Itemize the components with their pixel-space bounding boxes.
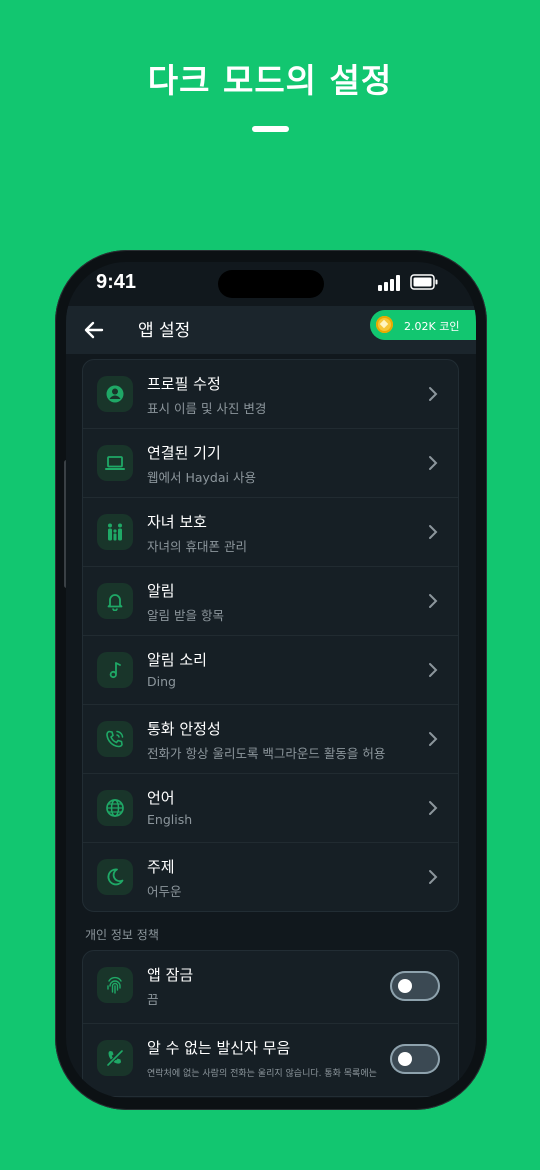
phone-screen: 9:41 앱 설정 2.02K 코인 프로필 수정 표시 이름 및 사진 변경 … [66, 262, 476, 1098]
status-time: 9:41 [96, 271, 137, 293]
page-title: 앱 설정 [138, 321, 191, 341]
settings-item-title: 통화 안정성 [147, 720, 221, 738]
status-bar: 9:41 [66, 262, 476, 306]
chevron-right-icon [429, 732, 438, 746]
settings-item-subtitle: 알림 받을 항목 [147, 608, 224, 623]
settings-item-theme[interactable]: 주제 어두운 [83, 843, 458, 911]
settings-item-subtitle: 자녀의 휴대폰 관리 [147, 539, 247, 554]
settings-item-title: 언어 [147, 789, 175, 807]
settings-item-subtitle: 웹에서 Haydai 사용 [147, 470, 256, 485]
settings-item-title: 자녀 보호 [147, 513, 207, 531]
privacy-item-silence-unknown[interactable]: 알 수 없는 발신자 무음 연락처에 없는 사람의 전화는 울리지 않습니다. … [83, 1024, 458, 1096]
chevron-right-icon [429, 525, 438, 539]
coin-balance-label: 2.02K 코인 [404, 320, 460, 333]
settings-item-subtitle: English [147, 812, 193, 827]
chevron-right-icon [429, 663, 438, 677]
phone-call-icon [97, 721, 133, 757]
music-note-icon [97, 652, 133, 688]
silence-unknown-toggle[interactable] [390, 1044, 440, 1074]
fingerprint-icon [97, 967, 133, 1003]
settings-item-title: 연결된 기기 [147, 444, 221, 462]
globe-icon [97, 790, 133, 826]
settings-item-parental[interactable]: 자녀 보호 자녀의 휴대폰 관리 [83, 498, 458, 567]
settings-item-title: 주제 [147, 858, 175, 876]
promo-headline: 다크 모드의 설정 [147, 61, 393, 100]
chevron-right-icon [429, 801, 438, 815]
settings-item-subtitle: 전화가 항상 울리도록 백그라운드 활동을 허용 [147, 746, 386, 761]
settings-list: 프로필 수정 표시 이름 및 사진 변경 연결된 기기 웹에서 Haydai 사… [66, 354, 476, 1098]
privacy-card: 앱 잠금 끔 알 수 없는 발신자 무음 연락처에 없는 사람의 전화는 울리지… [82, 950, 459, 1097]
chevron-right-icon [429, 456, 438, 470]
settings-item-subtitle: 어두운 [147, 884, 182, 899]
chevron-right-icon [429, 870, 438, 884]
family-icon [97, 514, 133, 550]
account-icon [97, 376, 133, 412]
settings-item-subtitle: 표시 이름 및 사진 변경 [147, 401, 267, 416]
chevron-right-icon [429, 594, 438, 608]
settings-item-subtitle: 끔 [147, 992, 159, 1007]
app-lock-toggle[interactable] [390, 971, 440, 1001]
chevron-right-icon [429, 387, 438, 401]
settings-item-sound[interactable]: 알림 소리 Ding [83, 636, 458, 705]
app-bar: 앱 설정 2.02K 코인 [66, 306, 476, 354]
phone-muted-icon [97, 1040, 133, 1076]
settings-item-language[interactable]: 언어 English [83, 774, 458, 843]
bell-icon [97, 583, 133, 619]
signal-icon [378, 275, 402, 291]
settings-item-title: 앱 잠금 [147, 966, 194, 984]
coin-balance-badge[interactable]: 2.02K 코인 [370, 310, 476, 340]
dynamic-island [218, 270, 324, 298]
settings-item-title: 알림 [147, 582, 175, 600]
back-arrow-icon[interactable] [80, 316, 108, 344]
settings-item-title: 프로필 수정 [147, 375, 221, 393]
coin-icon [376, 316, 393, 333]
settings-item-title: 알림 소리 [147, 651, 207, 669]
privacy-item-app-lock[interactable]: 앱 잠금 끔 [83, 951, 458, 1024]
section-label-privacy: 개인 정보 정책 [85, 928, 159, 942]
battery-icon [410, 274, 438, 290]
settings-item-subtitle: Ding [147, 674, 176, 689]
laptop-icon [97, 445, 133, 481]
settings-item-call-stability[interactable]: 통화 안정성 전화가 항상 울리도록 백그라운드 활동을 허용 [83, 705, 458, 774]
settings-item-notifications[interactable]: 알림 알림 받을 항목 [83, 567, 458, 636]
settings-item-profile[interactable]: 프로필 수정 표시 이름 및 사진 변경 [83, 360, 458, 429]
settings-item-subtitle: 연락처에 없는 사람의 전화는 울리지 않습니다. 통화 목록에는 [147, 1069, 377, 1079]
moon-icon [97, 859, 133, 895]
settings-item-title: 알 수 없는 발신자 무음 [147, 1039, 291, 1057]
settings-item-devices[interactable]: 연결된 기기 웹에서 Haydai 사용 [83, 429, 458, 498]
headline-underline [252, 126, 289, 132]
settings-card: 프로필 수정 표시 이름 및 사진 변경 연결된 기기 웹에서 Haydai 사… [82, 359, 459, 912]
